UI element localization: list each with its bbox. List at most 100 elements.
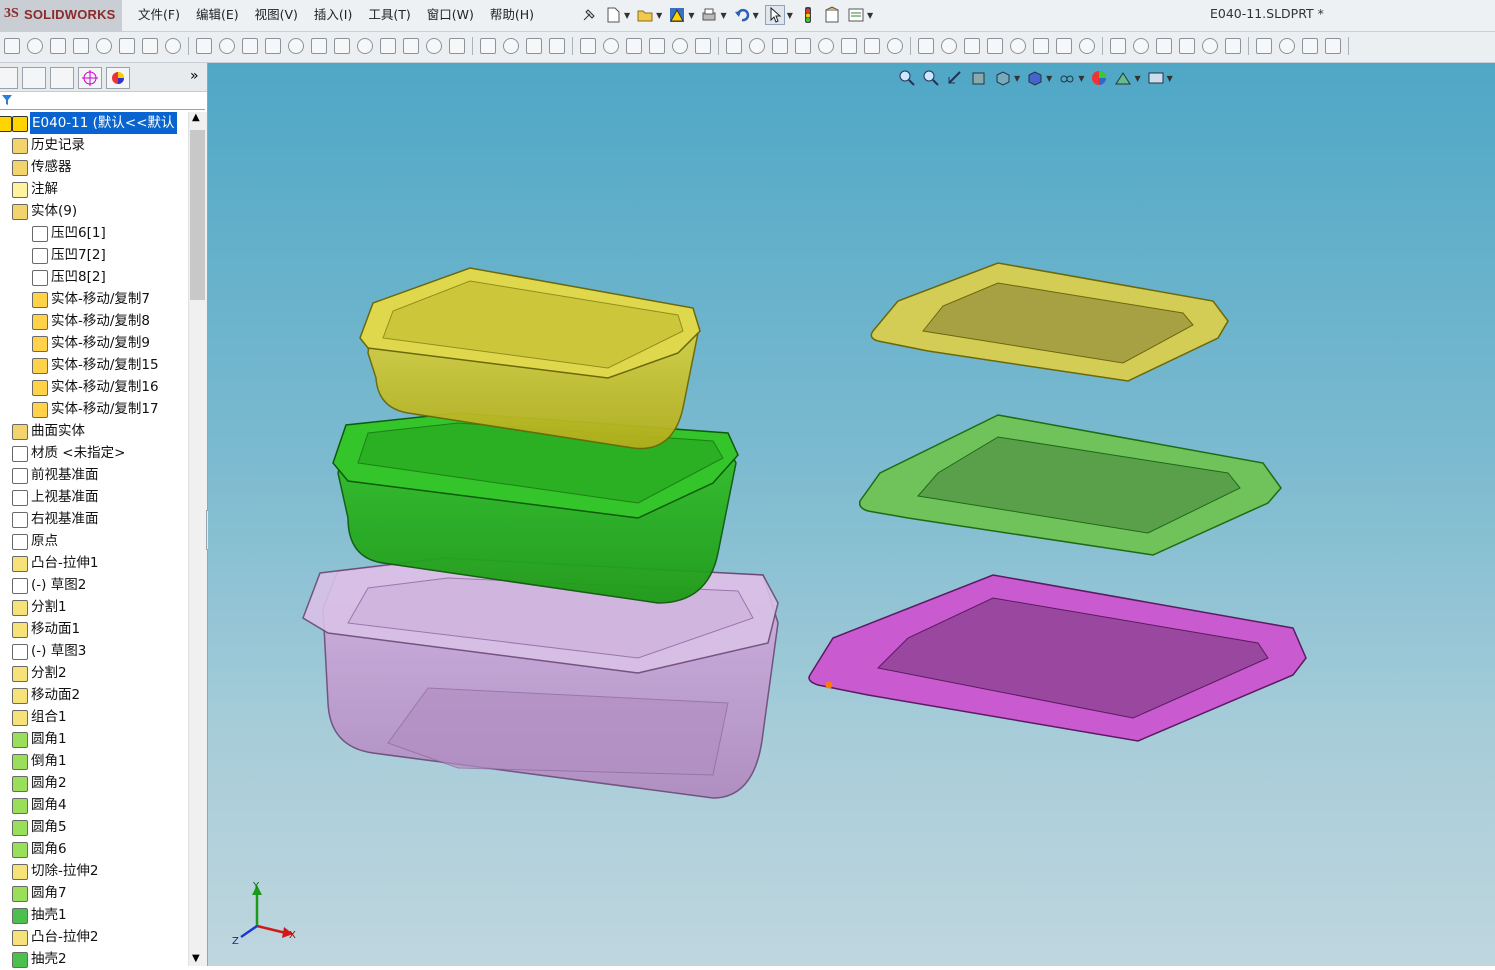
- tree-item[interactable]: 圆角7: [0, 882, 188, 904]
- toolbar-tool-icon[interactable]: [526, 38, 542, 54]
- print-icon[interactable]: [700, 6, 718, 24]
- toolbar-tool-icon[interactable]: [1133, 38, 1149, 54]
- chevron-down-icon[interactable]: ▼: [867, 11, 873, 20]
- tree-item[interactable]: 上视基准面: [0, 486, 188, 508]
- toolbar-tool-icon[interactable]: [649, 38, 665, 54]
- toolbar-tool-icon[interactable]: [165, 38, 181, 54]
- toolbar-tool-icon[interactable]: [4, 38, 20, 54]
- tree-item[interactable]: 实体-移动/复制8: [0, 310, 188, 332]
- chevron-down-icon[interactable]: ▼: [656, 11, 662, 20]
- tree-item[interactable]: 实体-移动/复制7: [0, 288, 188, 310]
- toolbar-tool-icon[interactable]: [1033, 38, 1049, 54]
- tree-item[interactable]: 实体(9): [0, 200, 188, 222]
- tree-item[interactable]: 压凹8[2]: [0, 266, 188, 288]
- tree-filter-input[interactable]: [0, 92, 205, 110]
- toolbar-tool-icon[interactable]: [1156, 38, 1172, 54]
- tree-item[interactable]: 右视基准面: [0, 508, 188, 530]
- menu-item[interactable]: 帮助(H): [482, 0, 542, 31]
- tree-item[interactable]: 分割2: [0, 662, 188, 684]
- open-folder-icon[interactable]: [636, 6, 654, 24]
- scroll-up-icon[interactable]: ▲: [192, 112, 200, 123]
- chevron-down-icon[interactable]: ▼: [624, 11, 630, 20]
- tree-item[interactable]: 历史记录: [0, 134, 188, 156]
- tree-item[interactable]: 分割1: [0, 596, 188, 618]
- toolbar-tool-icon[interactable]: [1110, 38, 1126, 54]
- menu-item[interactable]: 插入(I): [306, 0, 360, 31]
- tree-item[interactable]: 移动面1: [0, 618, 188, 640]
- toolbar-tool-icon[interactable]: [941, 38, 957, 54]
- toolbar-tool-icon[interactable]: [142, 38, 158, 54]
- toolbar-tool-icon[interactable]: [1202, 38, 1218, 54]
- tree-item[interactable]: 圆角2: [0, 772, 188, 794]
- toolbar-tool-icon[interactable]: [887, 38, 903, 54]
- configuration-manager-tab-icon[interactable]: [50, 67, 74, 89]
- tree-item[interactable]: 压凹7[2]: [0, 244, 188, 266]
- toolbar-tool-icon[interactable]: [749, 38, 765, 54]
- tree-item[interactable]: 圆角5: [0, 816, 188, 838]
- tree-item[interactable]: 实体-移动/复制17: [0, 398, 188, 420]
- toolbar-tool-icon[interactable]: [1010, 38, 1026, 54]
- tree-item[interactable]: (-) 草图2: [0, 574, 188, 596]
- toolbar-tool-icon[interactable]: [219, 38, 235, 54]
- toolbar-tool-icon[interactable]: [27, 38, 43, 54]
- options-icon[interactable]: [847, 6, 865, 24]
- purple-lid[interactable]: [808, 574, 1307, 742]
- tree-root[interactable]: E040-11 (默认<<默认: [0, 112, 188, 134]
- tree-item[interactable]: 抽壳1: [0, 904, 188, 926]
- toolbar-tool-icon[interactable]: [449, 38, 465, 54]
- tree-item[interactable]: 圆角1: [0, 728, 188, 750]
- tree-item[interactable]: 倒角1: [0, 750, 188, 772]
- save-warning-icon[interactable]: [668, 6, 686, 24]
- toolbar-tool-icon[interactable]: [242, 38, 258, 54]
- tree-item[interactable]: 前视基准面: [0, 464, 188, 486]
- toolbar-tool-icon[interactable]: [334, 38, 350, 54]
- rebuild-traffic-light-icon[interactable]: [799, 6, 817, 24]
- pin-icon[interactable]: [580, 6, 598, 24]
- toolbar-tool-icon[interactable]: [841, 38, 857, 54]
- menu-item[interactable]: 文件(F): [130, 0, 188, 31]
- tree-item[interactable]: 材质 <未指定>: [0, 442, 188, 464]
- toolbar-tool-icon[interactable]: [1225, 38, 1241, 54]
- toolbar-tool-icon[interactable]: [1279, 38, 1295, 54]
- tree-item[interactable]: 凸台-拉伸1: [0, 552, 188, 574]
- toolbar-tool-icon[interactable]: [1056, 38, 1072, 54]
- tree-item[interactable]: 实体-移动/复制16: [0, 376, 188, 398]
- toolbar-tool-icon[interactable]: [549, 38, 565, 54]
- toolbar-tool-icon[interactable]: [603, 38, 619, 54]
- tree-scrollbar[interactable]: ▲ ▼: [188, 112, 207, 966]
- toolbar-tool-icon[interactable]: [695, 38, 711, 54]
- tree-item[interactable]: 抽壳2: [0, 948, 188, 970]
- tree-item[interactable]: 切除-拉伸2: [0, 860, 188, 882]
- toolbar-tool-icon[interactable]: [426, 38, 442, 54]
- toolbar-tool-icon[interactable]: [726, 38, 742, 54]
- property-manager-tab-icon[interactable]: [22, 67, 46, 89]
- toolbar-tool-icon[interactable]: [196, 38, 212, 54]
- toolbar-tool-icon[interactable]: [73, 38, 89, 54]
- chevron-down-icon[interactable]: ▼: [720, 11, 726, 20]
- toolbar-tool-icon[interactable]: [580, 38, 596, 54]
- toolbar-tool-icon[interactable]: [987, 38, 1003, 54]
- toolbar-tool-icon[interactable]: [50, 38, 66, 54]
- dimxpert-tab-icon[interactable]: [78, 67, 102, 89]
- toolbar-tool-icon[interactable]: [1179, 38, 1195, 54]
- scroll-thumb[interactable]: [190, 130, 205, 300]
- toolbar-tool-icon[interactable]: [1256, 38, 1272, 54]
- menu-item[interactable]: 工具(T): [360, 0, 418, 31]
- toolbar-tool-icon[interactable]: [311, 38, 327, 54]
- solidworks-logo[interactable]: 3S SOLIDWORKS: [0, 0, 122, 31]
- display-manager-tab-icon[interactable]: [106, 67, 130, 89]
- toolbar-tool-icon[interactable]: [964, 38, 980, 54]
- tree-item[interactable]: 曲面实体: [0, 420, 188, 442]
- feature-manager-tab-icon[interactable]: [0, 67, 18, 89]
- toolbar-tool-icon[interactable]: [288, 38, 304, 54]
- tree-item[interactable]: 传感器: [0, 156, 188, 178]
- tree-item[interactable]: 圆角6: [0, 838, 188, 860]
- tree-item[interactable]: 注解: [0, 178, 188, 200]
- toolbar-tool-icon[interactable]: [1325, 38, 1341, 54]
- toolbar-tool-icon[interactable]: [265, 38, 281, 54]
- toolbar-tool-icon[interactable]: [403, 38, 419, 54]
- graphics-viewport[interactable]: ▼ ▼ ▼ ▼ ▼ Y X Z: [208, 63, 1495, 966]
- tree-item[interactable]: 原点: [0, 530, 188, 552]
- toolbar-tool-icon[interactable]: [626, 38, 642, 54]
- toolbar-tool-icon[interactable]: [795, 38, 811, 54]
